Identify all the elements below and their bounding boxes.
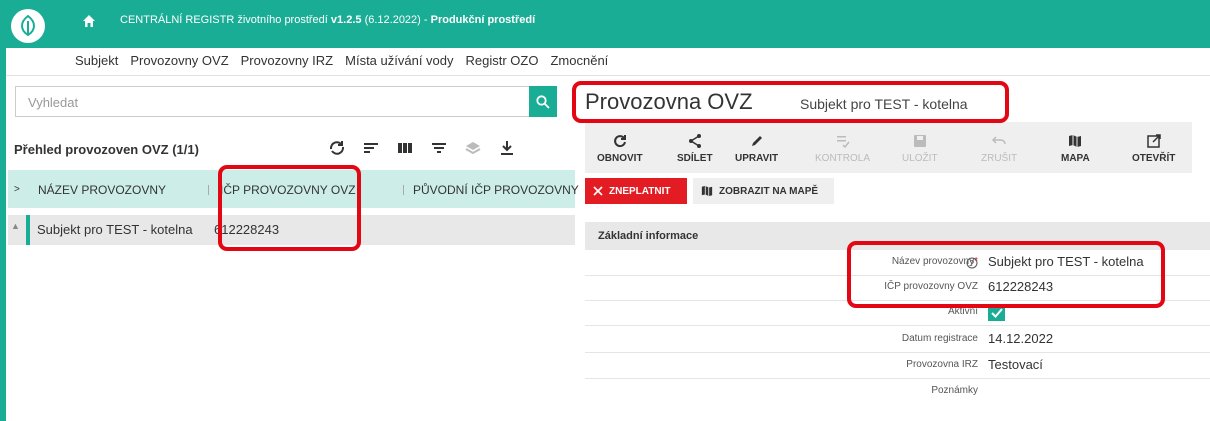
download-icon [501, 141, 513, 155]
field-row-registration-date: Datum registrace 14.12.2022 [585, 328, 1210, 353]
refresh-icon [329, 141, 345, 155]
pencil-icon [751, 135, 762, 146]
field-label-irz: Provozovna IRZ [906, 359, 978, 370]
search-button[interactable] [529, 86, 557, 117]
show-on-map-label: ZOBRAZIT NA MAPĚ [719, 185, 819, 197]
nav-provozovny-ovz[interactable]: Provozovny OVZ [130, 53, 228, 68]
open-external-icon [1146, 133, 1161, 148]
filter-tool[interactable] [422, 134, 456, 162]
row-selection-indicator [26, 215, 30, 245]
search-box [15, 86, 555, 118]
app-logo[interactable] [11, 9, 45, 43]
refresh-tool[interactable] [320, 134, 354, 162]
cancel-button[interactable]: ZRUŠIT [981, 122, 1017, 173]
map-icon [1069, 134, 1082, 147]
layers-tool[interactable] [456, 134, 490, 162]
map-label: MAPA [1061, 152, 1090, 164]
edit-label: UPRAVIT [735, 152, 779, 164]
main-nav: Subjekt Provozovny OVZ Provozovny IRZ Mí… [0, 48, 1210, 76]
share-button[interactable]: SDÍLET [677, 122, 713, 173]
edit-button[interactable]: UPRAVIT [735, 122, 778, 173]
download-tool[interactable] [490, 134, 524, 162]
list-title: Přehled provozoven OVZ (1/1) [14, 142, 199, 157]
columns-icon [398, 143, 412, 153]
search-input[interactable] [26, 87, 520, 118]
highlight-detail-fields [847, 241, 1165, 308]
columns-tool[interactable] [388, 134, 422, 162]
save-label: ULOŽIT [902, 152, 938, 164]
share-icon [688, 133, 701, 148]
field-value-irz: Testovací [988, 357, 1043, 372]
section-title: Základní informace [598, 230, 699, 242]
detail-toolbar: OBNOVIT SDÍLET UPRAVIT KONTROLA ULOŽIT Z… [585, 122, 1192, 173]
column-divider[interactable] [208, 185, 209, 195]
nav-registr-ozo[interactable]: Registr OZO [466, 53, 539, 68]
cell-name: Subjekt pro TEST - kotelna [37, 222, 193, 237]
list-toolbar [320, 134, 524, 162]
map-button[interactable]: MAPA [1061, 122, 1090, 173]
check-label: KONTROLA [815, 152, 871, 164]
refresh-label: OBNOVIT [597, 152, 643, 164]
sort-tool[interactable] [354, 134, 388, 162]
sort-icon [364, 143, 378, 153]
refresh-button[interactable]: OBNOVIT [597, 122, 643, 173]
open-button[interactable]: OTEVŘÍT [1132, 122, 1175, 173]
cancel-label: ZRUŠIT [981, 152, 1018, 164]
column-divider[interactable] [403, 185, 404, 195]
nav-mista-uzivani-vody[interactable]: Místa užívání vody [345, 53, 453, 68]
home-icon[interactable] [82, 14, 96, 28]
search-icon [536, 94, 550, 109]
open-label: OTEVŘÍT [1132, 152, 1176, 164]
close-icon [593, 186, 603, 196]
leaf-icon [21, 15, 35, 37]
save-button[interactable]: ULOŽIT [902, 122, 938, 173]
expand-all-icon[interactable]: > [14, 184, 20, 195]
field-label-registration-date: Datum registrace [901, 333, 978, 344]
field-value-registration-date: 14.12.2022 [988, 331, 1054, 346]
field-row-irz: Provozovna IRZ Testovací [585, 354, 1210, 379]
layers-icon [465, 142, 481, 155]
left-accent-bar [0, 48, 6, 421]
save-icon [913, 134, 926, 147]
nav-subjekt[interactable]: Subjekt [75, 53, 118, 68]
field-label-notes: Poznámky [931, 385, 978, 396]
refresh-icon [613, 134, 626, 147]
show-on-map-button[interactable]: ZOBRAZIT NA MAPĚ [693, 178, 834, 204]
checkmark-icon [990, 307, 1003, 318]
highlight-detail-title [572, 81, 1009, 123]
share-label: SDÍLET [677, 152, 713, 164]
undo-icon [992, 135, 1006, 144]
filter-icon [432, 143, 446, 153]
map-icon [701, 185, 713, 197]
nav-zmocneni[interactable]: Zmocnění [550, 53, 608, 68]
column-header-original-icp[interactable]: PŮVODNÍ IČP PROVOZOVNY [413, 183, 579, 197]
column-header-name[interactable]: NÁZEV PROVOZOVNY [38, 183, 166, 197]
app-header: CENTRÁLNÍ REGISTR životního prostředí v1… [0, 0, 1210, 48]
check-list-icon [836, 135, 850, 148]
field-row-notes: Poznámky [585, 380, 1210, 404]
invalidate-button[interactable]: ZNEPLATNIT [585, 178, 687, 204]
invalidate-label: ZNEPLATNIT [609, 185, 671, 197]
check-button[interactable]: KONTROLA [815, 122, 870, 173]
row-collapse-icon[interactable]: ▲ [11, 221, 20, 231]
highlight-icp-column [218, 165, 361, 251]
nav-provozovny-irz[interactable]: Provozovny IRZ [241, 53, 333, 68]
app-title: CENTRÁLNÍ REGISTR životního prostředí v1… [120, 14, 536, 26]
